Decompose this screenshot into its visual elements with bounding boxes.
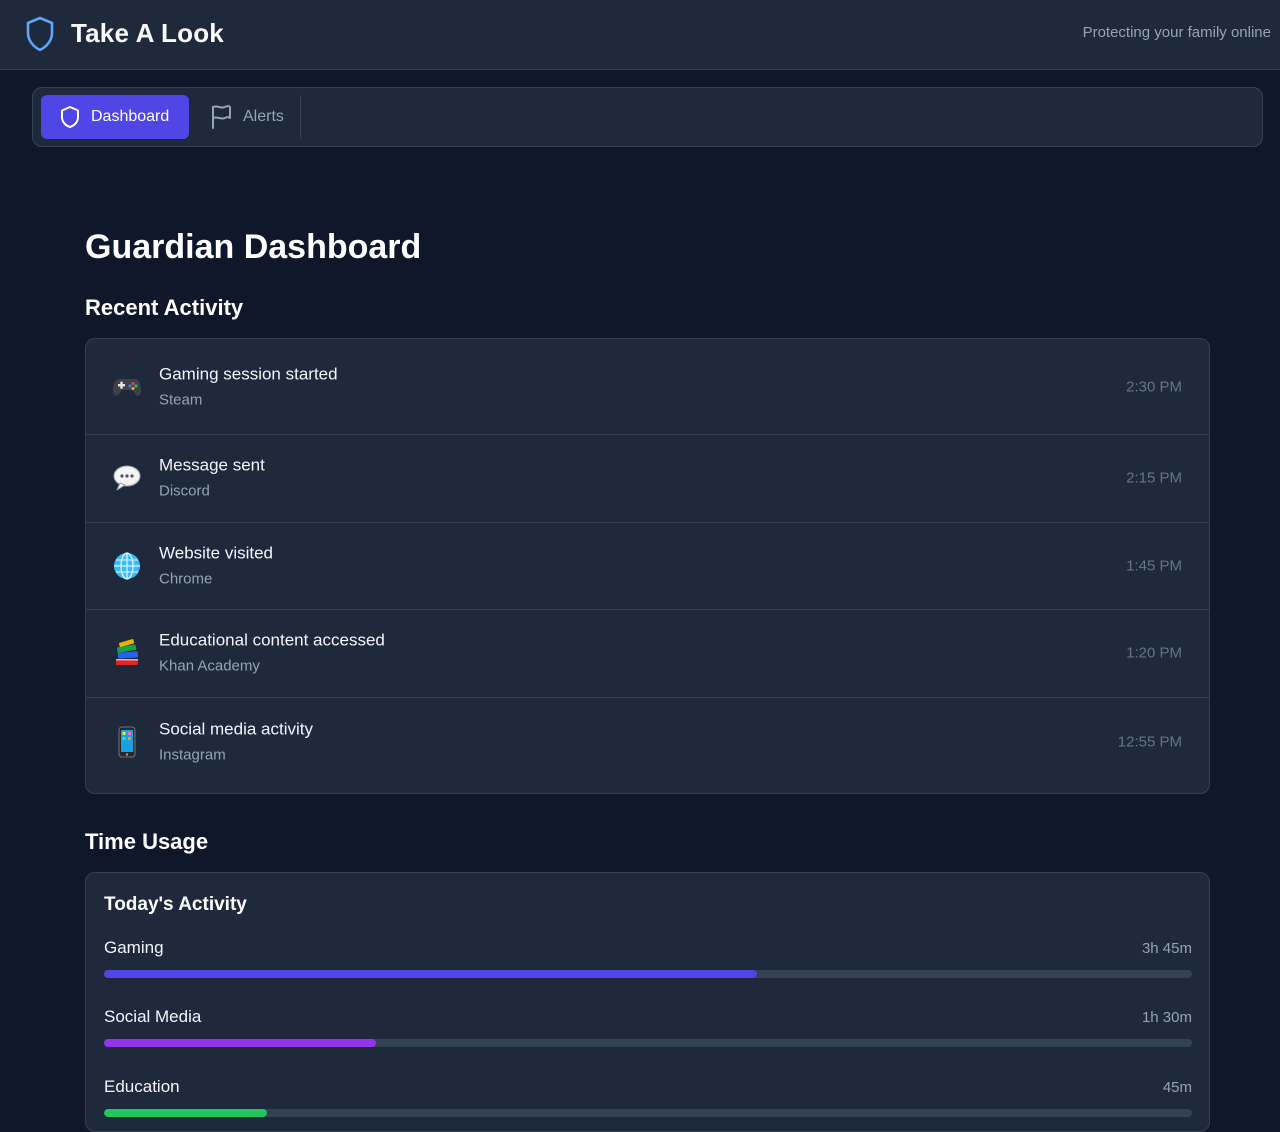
usage-value: 3h 45m bbox=[1141, 940, 1192, 957]
time-usage-card: Today's Activity Gaming 3h 45m Social Me… bbox=[85, 872, 1210, 1132]
activity-time: 1:20 PM bbox=[1126, 644, 1182, 662]
progress-fill bbox=[104, 970, 757, 978]
books-icon bbox=[111, 637, 143, 669]
recent-activity-heading: Recent Activity bbox=[85, 295, 244, 320]
usage-label: Gaming bbox=[104, 938, 164, 957]
usage-value: 1h 30m bbox=[1141, 1009, 1192, 1026]
tab-bar: Dashboard Alerts bbox=[32, 87, 1263, 147]
recent-activity-list: Gaming session started Steam 2:30 PM Mes… bbox=[85, 338, 1210, 794]
usage-label: Education bbox=[104, 1077, 180, 1096]
speech-bubble-icon bbox=[111, 462, 143, 494]
progress-track bbox=[104, 970, 1192, 978]
phone-icon bbox=[111, 726, 143, 758]
globe-icon bbox=[111, 550, 143, 582]
tab-alerts-label: Alerts bbox=[243, 108, 284, 125]
progress-track bbox=[104, 1039, 1192, 1047]
app-title: Take A Look bbox=[71, 18, 224, 48]
shield-icon bbox=[61, 106, 79, 128]
activity-title: Website visited bbox=[159, 543, 274, 563]
activity-title: Educational content accessed bbox=[159, 630, 385, 650]
shield-icon bbox=[26, 16, 54, 52]
activity-title: Gaming session started bbox=[159, 364, 338, 383]
activity-time: 2:30 PM bbox=[1126, 378, 1182, 395]
usage-value: 45m bbox=[1162, 1079, 1192, 1096]
list-item[interactable]: Message sent Discord 2:15 PM bbox=[86, 435, 1209, 523]
activity-title: Message sent bbox=[159, 455, 265, 475]
flag-icon bbox=[212, 105, 231, 129]
tab-dashboard[interactable]: Dashboard bbox=[41, 95, 189, 139]
activity-time: 2:15 PM bbox=[1126, 469, 1182, 487]
list-item[interactable]: Educational content accessed Khan Academ… bbox=[86, 610, 1209, 698]
usage-label: Social Media bbox=[104, 1007, 202, 1026]
page-title: Guardian Dashboard bbox=[85, 228, 422, 266]
tab-alerts[interactable]: Alerts bbox=[201, 95, 301, 139]
usage-card-title: Today's Activity bbox=[104, 894, 247, 915]
activity-source: Instagram bbox=[159, 746, 226, 764]
activity-source: Khan Academy bbox=[159, 657, 260, 675]
app-header: Take A Look Protecting your family onlin… bbox=[0, 0, 1280, 70]
app-tagline: Protecting your family online bbox=[1082, 24, 1271, 41]
activity-source: Discord bbox=[159, 482, 210, 500]
activity-time: 1:45 PM bbox=[1126, 557, 1182, 575]
tab-dashboard-label: Dashboard bbox=[91, 108, 170, 125]
activity-title: Social media activity bbox=[159, 719, 314, 739]
progress-fill bbox=[104, 1039, 376, 1047]
activity-time: 12:55 PM bbox=[1117, 733, 1182, 751]
gamepad-icon bbox=[111, 371, 143, 403]
list-item[interactable]: Gaming session started Steam 2:30 PM bbox=[86, 339, 1209, 435]
list-item[interactable]: Website visited Chrome 1:45 PM bbox=[86, 523, 1209, 611]
time-usage-heading: Time Usage bbox=[85, 829, 209, 854]
progress-track bbox=[104, 1109, 1192, 1117]
activity-source: Steam bbox=[159, 391, 203, 408]
list-item[interactable]: Social media activity Instagram 12:55 PM bbox=[86, 698, 1209, 786]
progress-fill bbox=[104, 1109, 268, 1117]
activity-source: Chrome bbox=[159, 570, 213, 588]
